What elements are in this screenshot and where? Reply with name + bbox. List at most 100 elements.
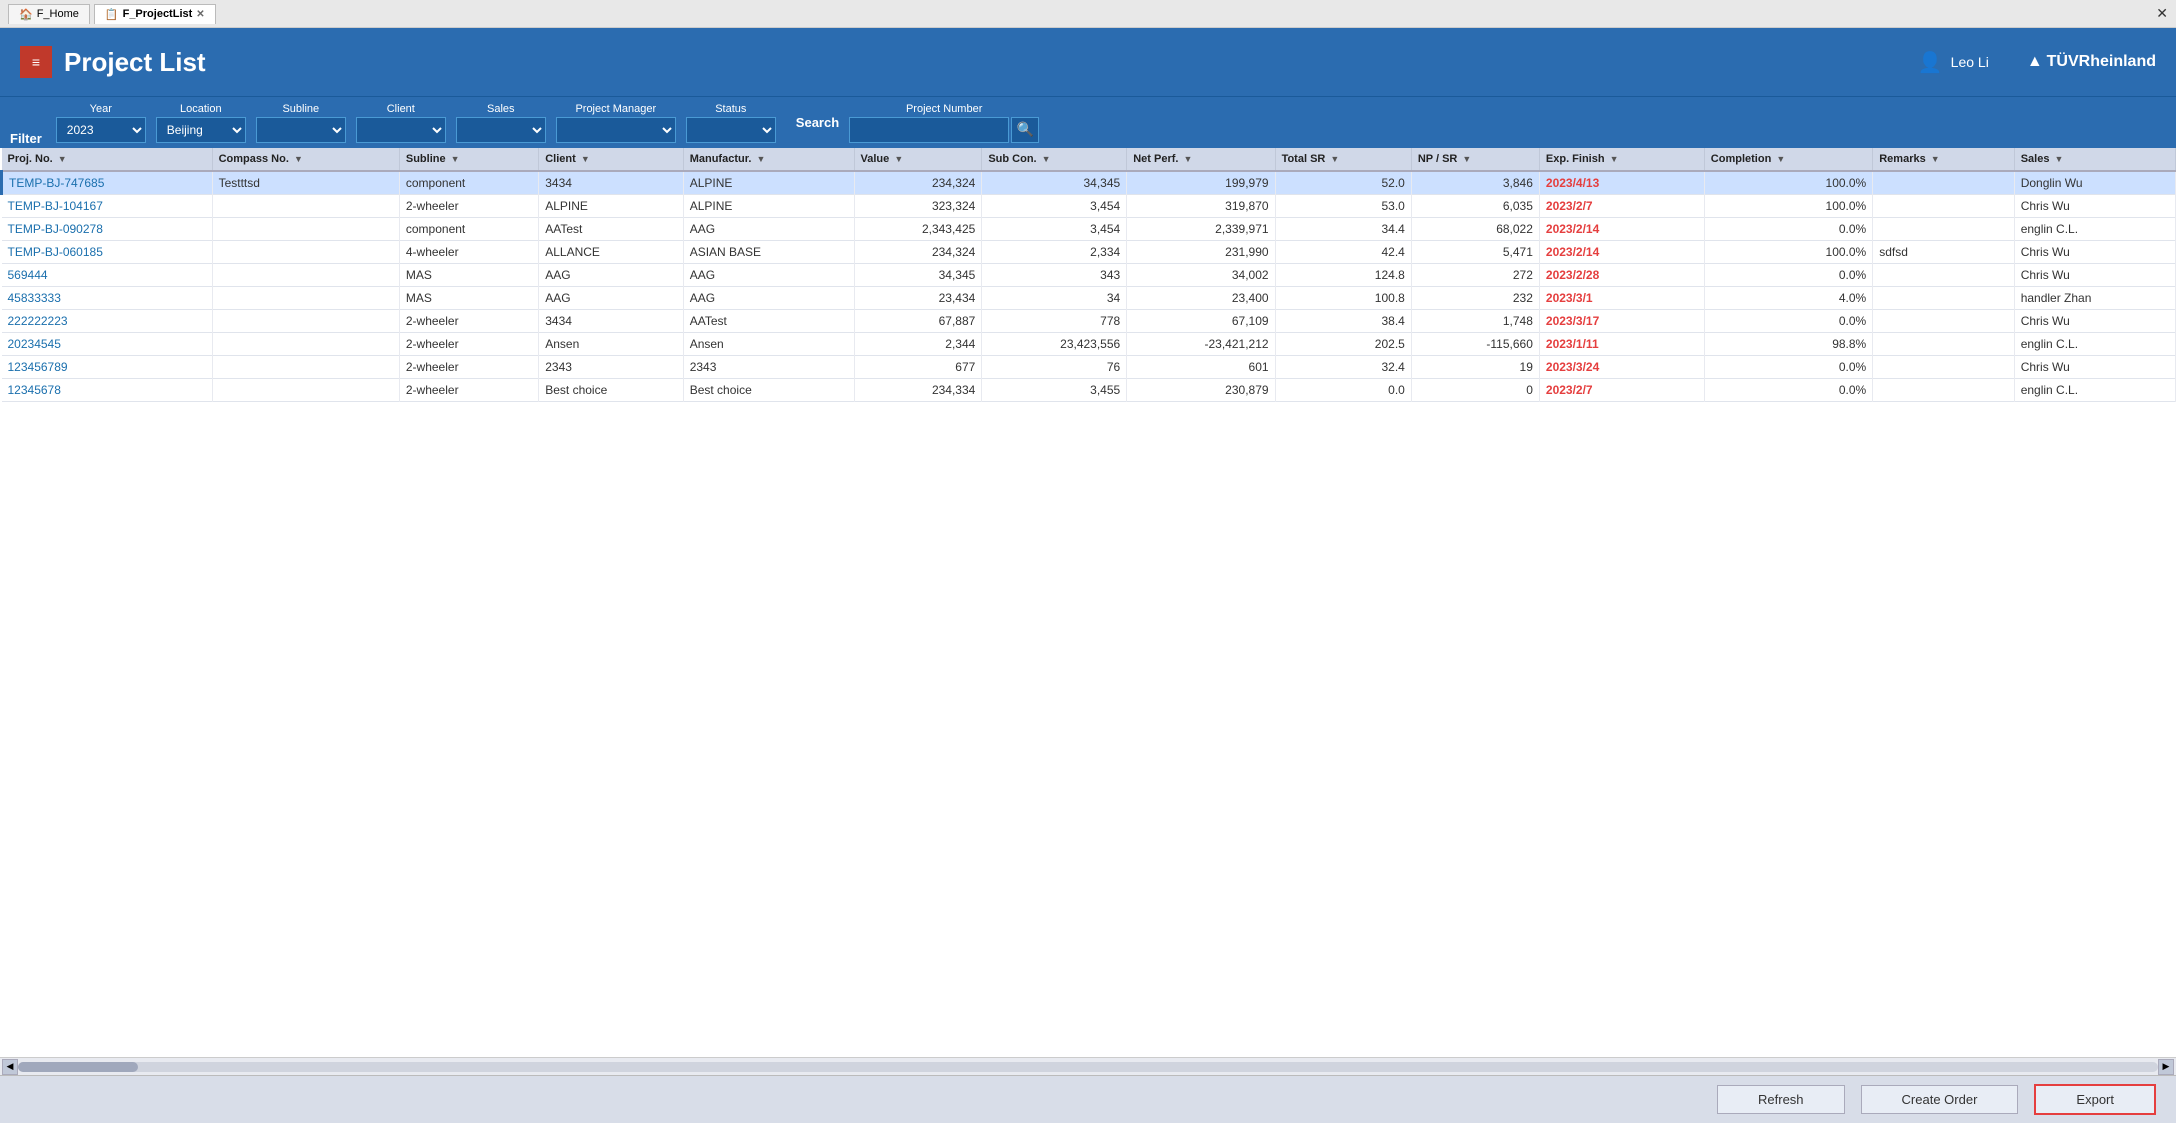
table-row[interactable]: 45833333MASAAGAAG23,4343423,400100.82322…	[2, 287, 2176, 310]
cell-subline: MAS	[399, 287, 538, 310]
cell-completion: 4.0%	[1704, 287, 1872, 310]
cell-subline: 2-wheeler	[399, 356, 538, 379]
col-header-manufacturer[interactable]: Manufactur. ▼	[683, 148, 854, 171]
col-header-npsr[interactable]: NP / SR ▼	[1411, 148, 1539, 171]
tab-close-icon[interactable]: ✕	[196, 9, 204, 20]
cell-subCon: 343	[982, 264, 1127, 287]
cell-projNo[interactable]: 12345678	[2, 379, 213, 402]
cell-subline: 2-wheeler	[399, 333, 538, 356]
table-row[interactable]: 202345452-wheelerAnsenAnsen2,34423,423,5…	[2, 333, 2176, 356]
cell-client: ALLANCE	[539, 241, 683, 264]
col-header-client[interactable]: Client ▼	[539, 148, 683, 171]
export-button[interactable]: Export	[2034, 1084, 2156, 1115]
cell-manufacturer: 2343	[683, 356, 854, 379]
location-filter-label: Location	[156, 103, 246, 115]
create-order-button[interactable]: Create Order	[1861, 1085, 2019, 1114]
search-input[interactable]	[849, 117, 1009, 143]
cell-totalSR: 32.4	[1275, 356, 1411, 379]
cell-sales: englin C.L.	[2014, 379, 2175, 402]
cell-npSR: 3,846	[1411, 171, 1539, 195]
status-filter-select[interactable]	[686, 117, 776, 143]
table-row[interactable]: TEMP-BJ-1041672-wheelerALPINEALPINE323,3…	[2, 195, 2176, 218]
client-filter-select[interactable]	[356, 117, 446, 143]
col-header-sales[interactable]: Sales ▼	[2014, 148, 2175, 171]
cell-client: 2343	[539, 356, 683, 379]
table-row[interactable]: 1234567892-wheeler234323436777660132.419…	[2, 356, 2176, 379]
cell-value: 323,324	[854, 195, 982, 218]
col-header-expfinish[interactable]: Exp. Finish ▼	[1539, 148, 1704, 171]
cell-client: ALPINE	[539, 195, 683, 218]
col-header-proj-no[interactable]: Proj. No. ▼	[2, 148, 213, 171]
cell-compassNo	[212, 195, 399, 218]
cell-compassNo	[212, 379, 399, 402]
cell-subCon: 23,423,556	[982, 333, 1127, 356]
col-header-completion[interactable]: Completion ▼	[1704, 148, 1872, 171]
table-row[interactable]: TEMP-BJ-0601854-wheelerALLANCEASIAN BASE…	[2, 241, 2176, 264]
user-name: Leo Li	[1951, 54, 1989, 70]
table-row[interactable]: TEMP-BJ-090278componentAATestAAG2,343,42…	[2, 218, 2176, 241]
col-header-subcon[interactable]: Sub Con. ▼	[982, 148, 1127, 171]
cell-subCon: 34	[982, 287, 1127, 310]
cell-expFinish: 2023/2/14	[1539, 218, 1704, 241]
table-row[interactable]: 123456782-wheelerBest choiceBest choice2…	[2, 379, 2176, 402]
cell-manufacturer: AAG	[683, 287, 854, 310]
table-row[interactable]: 569444MASAAGAAG34,34534334,002124.827220…	[2, 264, 2176, 287]
pm-filter-select[interactable]	[556, 117, 676, 143]
scrollbar-thumb[interactable]	[18, 1062, 138, 1072]
tab-projectlist[interactable]: 📋 F_ProjectList ✕	[94, 4, 216, 24]
filter-year-group: Year 2023	[56, 103, 146, 143]
cell-manufacturer: Best choice	[683, 379, 854, 402]
cell-sales: Chris Wu	[2014, 264, 2175, 287]
cell-projNo[interactable]: 20234545	[2, 333, 213, 356]
cell-projNo[interactable]: TEMP-BJ-090278	[2, 218, 213, 241]
cell-client: Ansen	[539, 333, 683, 356]
search-button[interactable]: 🔍	[1011, 117, 1039, 143]
scrollbar-track[interactable]	[18, 1062, 2158, 1072]
cell-projNo[interactable]: 123456789	[2, 356, 213, 379]
cell-npSR: 6,035	[1411, 195, 1539, 218]
cell-subCon: 3,455	[982, 379, 1127, 402]
horizontal-scrollbar[interactable]: ◀ ▶	[0, 1057, 2176, 1075]
cell-projNo[interactable]: TEMP-BJ-747685	[2, 171, 213, 195]
cell-compassNo	[212, 241, 399, 264]
cell-projNo[interactable]: 222222223	[2, 310, 213, 333]
col-header-subline[interactable]: Subline ▼	[399, 148, 538, 171]
scroll-left-button[interactable]: ◀	[2, 1059, 18, 1075]
subline-filter-select[interactable]	[256, 117, 346, 143]
cell-totalSR: 202.5	[1275, 333, 1411, 356]
col-header-totalsr[interactable]: Total SR ▼	[1275, 148, 1411, 171]
window-close-button[interactable]: ✕	[2156, 5, 2168, 22]
tuv-triangle-icon: ▲	[2027, 53, 2043, 71]
year-filter-select[interactable]: 2023	[56, 117, 146, 143]
col-header-compass-no[interactable]: Compass No. ▼	[212, 148, 399, 171]
col-header-netperf[interactable]: Net Perf. ▼	[1127, 148, 1275, 171]
refresh-button[interactable]: Refresh	[1717, 1085, 1845, 1114]
cell-npSR: 0	[1411, 379, 1539, 402]
scroll-right-button[interactable]: ▶	[2158, 1059, 2174, 1075]
table-row[interactable]: 2222222232-wheeler3434AATest67,88777867,…	[2, 310, 2176, 333]
filter-status-group: Status	[686, 103, 776, 143]
cell-projNo[interactable]: 45833333	[2, 287, 213, 310]
cell-completion: 100.0%	[1704, 171, 1872, 195]
footer: Refresh Create Order Export	[0, 1075, 2176, 1123]
cell-projNo[interactable]: TEMP-BJ-104167	[2, 195, 213, 218]
location-filter-select[interactable]: Beijing	[156, 117, 246, 143]
cell-client: AAG	[539, 287, 683, 310]
cell-npSR: 272	[1411, 264, 1539, 287]
tab-home[interactable]: 🏠 F_Home	[8, 4, 90, 24]
table-row[interactable]: TEMP-BJ-747685Testttsdcomponent3434ALPIN…	[2, 171, 2176, 195]
cell-expFinish: 2023/2/28	[1539, 264, 1704, 287]
table-wrapper[interactable]: Proj. No. ▼ Compass No. ▼ Subline ▼ Clie…	[0, 148, 2176, 1057]
cell-client: AATest	[539, 218, 683, 241]
filter-subline-group: Subline	[256, 103, 346, 143]
cell-npSR: -115,660	[1411, 333, 1539, 356]
cell-projNo[interactable]: TEMP-BJ-060185	[2, 241, 213, 264]
app-logo: ≡	[20, 46, 52, 78]
col-header-value[interactable]: Value ▼	[854, 148, 982, 171]
cell-manufacturer: Ansen	[683, 333, 854, 356]
cell-subline: 4-wheeler	[399, 241, 538, 264]
col-header-remarks[interactable]: Remarks ▼	[1873, 148, 2014, 171]
sales-filter-select[interactable]	[456, 117, 546, 143]
cell-projNo[interactable]: 569444	[2, 264, 213, 287]
cell-npSR: 1,748	[1411, 310, 1539, 333]
